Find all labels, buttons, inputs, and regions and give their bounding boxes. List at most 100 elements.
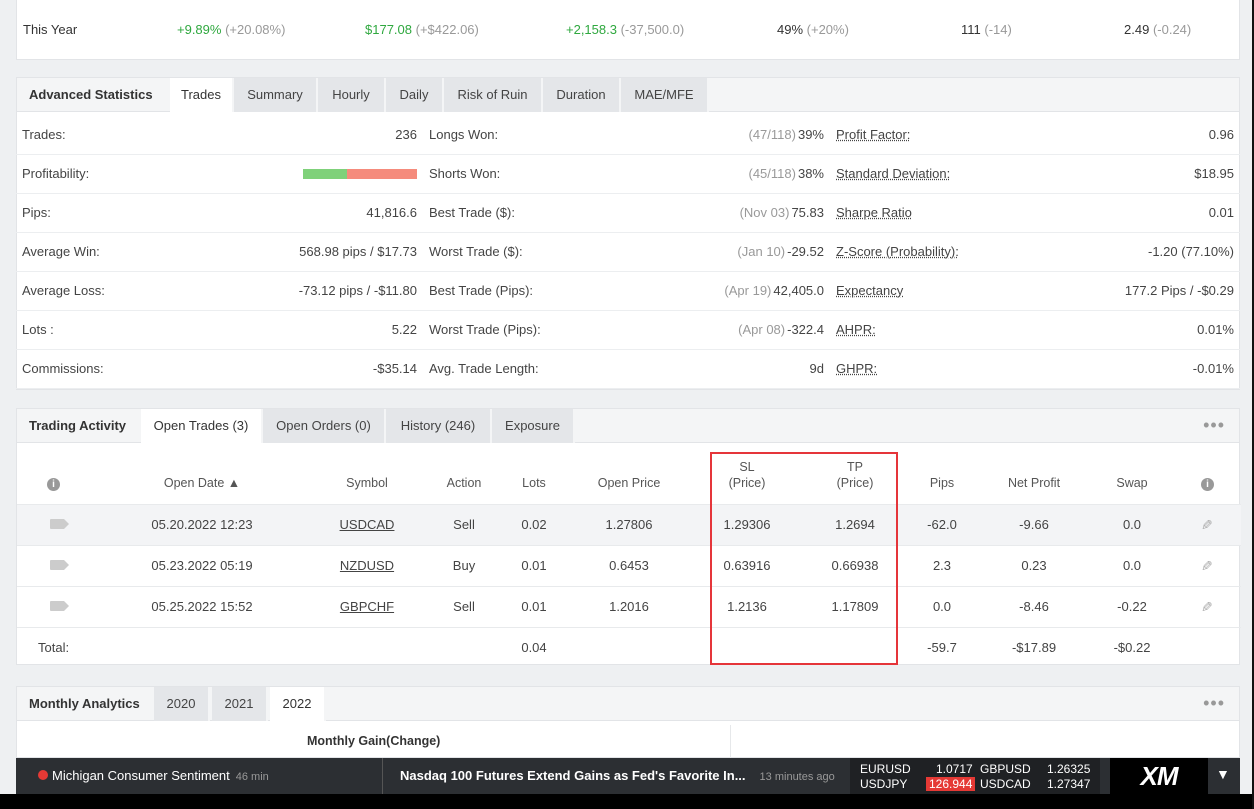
lots-change: (-0.24) <box>1152 22 1192 37</box>
news-headline[interactable]: Nasdaq 100 Futures Extend Gains as Fed's… <box>400 768 835 783</box>
tab-2020[interactable]: 2020 <box>154 687 210 721</box>
lots: 0.01 <box>521 558 547 573</box>
col-net-profit[interactable]: Net Profit <box>992 475 1076 491</box>
stat-label[interactable]: AHPR: <box>836 322 876 337</box>
stat-label: Worst Trade (Pips): <box>429 322 541 337</box>
stat-number: 75.83 <box>791 205 824 220</box>
stat-label[interactable]: Z-Score (Probability): <box>836 244 959 259</box>
more-options-icon[interactable]: ••• <box>1203 415 1225 436</box>
tab-history[interactable]: History (246) <box>386 409 492 443</box>
stat-label[interactable]: Expectancy <box>836 283 903 298</box>
stat-number: 39% <box>797 127 824 142</box>
table-row[interactable]: 05.23.2022 05:19 NZDUSD Buy 0.01 0.6453 0.639… <box>17 545 1241 586</box>
col-lots[interactable]: Lots <box>509 475 559 491</box>
economic-event[interactable]: Michigan Consumer Sentiment 46 min <box>52 768 269 783</box>
col-open-price[interactable]: Open Price <box>584 475 674 491</box>
quote-price: 1.0717 <box>936 762 973 776</box>
sl-tp-highlight-box <box>710 452 898 665</box>
tab-summary[interactable]: Summary <box>234 78 318 112</box>
tab-trades[interactable]: Trades <box>170 78 234 112</box>
col-swap[interactable]: Swap <box>1107 475 1157 491</box>
symbol-link[interactable]: GBPCHF <box>327 599 407 614</box>
total-net-profit: -$17.89 <box>1011 640 1057 655</box>
event-title: Michigan Consumer Sentiment <box>52 768 230 783</box>
tab-daily[interactable]: Daily <box>386 78 444 112</box>
stat-label: Trades: <box>22 127 66 142</box>
edit-icon[interactable]: ✎ <box>1197 517 1217 534</box>
yearly-stats-strip: This Year +9.89% (+20.08%) $177.08 (+$42… <box>16 0 1240 60</box>
stat-label[interactable]: Standard Deviation: <box>836 166 950 181</box>
gain-value: +9.89% <box>177 22 222 37</box>
net-profit: -8.46 <box>1019 599 1049 614</box>
action: Sell <box>453 599 475 614</box>
stat-label[interactable]: Sharpe Ratio <box>836 205 912 220</box>
stat-detail: (Jan 10) <box>737 244 786 259</box>
quote-price: 126.944 <box>926 777 976 791</box>
total-lots: 0.04 <box>521 640 547 655</box>
xm-logo[interactable]: XM <box>1110 758 1208 794</box>
tab-exposure[interactable]: Exposure <box>492 409 575 443</box>
panel-title: Advanced Statistics <box>29 87 153 102</box>
stat-row: Worst Trade ($): (Jan 10) -29.52 <box>423 233 830 272</box>
stat-row: Longs Won: (47/118) 39% <box>423 116 830 155</box>
tab-mae-mfe[interactable]: MAE/MFE <box>621 78 709 112</box>
info-icon[interactable]: i <box>47 475 60 491</box>
edit-icon[interactable]: ✎ <box>1197 558 1217 575</box>
won-cell: 49% (+20%) <box>777 22 849 37</box>
stat-number: -0.01% <box>1192 361 1234 376</box>
lots: 0.01 <box>521 599 547 614</box>
symbol-link[interactable]: USDCAD <box>327 517 407 532</box>
info-icon[interactable]: i <box>1201 475 1214 491</box>
stat-label[interactable]: Profit Factor: <box>836 127 910 142</box>
stat-value: -0.01% <box>1193 361 1234 376</box>
net-profit: 0.23 <box>1021 558 1047 573</box>
stat-row: AHPR: 0.01% <box>830 311 1240 350</box>
profitability-win-fill <box>303 169 348 179</box>
stat-value: 41,816.6 <box>366 205 417 220</box>
chevron-down-icon[interactable]: ▼ <box>1216 766 1230 782</box>
stat-label: Avg. Trade Length: <box>429 361 539 376</box>
divider <box>730 725 731 759</box>
bottom-edge <box>0 794 1254 809</box>
tab-duration[interactable]: Duration <box>543 78 621 112</box>
tab-risk-of-ruin[interactable]: Risk of Ruin <box>444 78 543 112</box>
open-date: 05.20.2022 12:23 <box>151 517 253 532</box>
table-row[interactable]: 05.25.2022 15:52 GBPCHF Sell 0.01 1.2016 1.21… <box>17 586 1241 627</box>
stat-value: 0.01 <box>1209 205 1234 220</box>
tag-icon[interactable] <box>47 558 69 573</box>
stat-row: Sharpe Ratio 0.01 <box>830 194 1240 233</box>
stat-number: 0.01 <box>1208 205 1234 220</box>
tag-icon[interactable] <box>47 599 69 614</box>
symbol-link[interactable]: NZDUSD <box>327 558 407 573</box>
stat-value: 5.22 <box>392 322 417 337</box>
tab-open-orders[interactable]: Open Orders (0) <box>263 409 386 443</box>
stat-detail: (45/118) <box>748 166 796 181</box>
trading-activity-panel: Trading Activity Open Trades (3) Open Or… <box>16 408 1241 665</box>
stat-number: 568.98 pips / $17.73 <box>299 244 417 259</box>
tab-2022[interactable]: 2022 <box>270 687 326 721</box>
panel-title: Trading Activity <box>29 418 127 433</box>
net-profit: -9.66 <box>1019 517 1049 532</box>
tag-icon[interactable] <box>47 517 69 532</box>
stat-label[interactable]: GHPR: <box>836 361 877 376</box>
tab-2021[interactable]: 2021 <box>212 687 268 721</box>
stat-value: 177.2 Pips / -$0.29 <box>1125 283 1234 298</box>
col-pips[interactable]: Pips <box>917 475 967 491</box>
stat-number: -322.4 <box>787 322 824 337</box>
table-row[interactable]: 05.20.2022 12:23 USDCAD Sell 0.02 1.27806 1.2… <box>17 504 1241 545</box>
col-action[interactable]: Action <box>434 475 494 491</box>
tab-open-trades[interactable]: Open Trades (3) <box>141 409 263 443</box>
more-options-icon[interactable]: ••• <box>1203 693 1225 714</box>
advanced-statistics-header: Advanced Statistics Trades Summary Hourl… <box>17 78 1239 112</box>
stat-number: 42,405.0 <box>773 283 824 298</box>
tab-hourly[interactable]: Hourly <box>318 78 386 112</box>
col-open-date[interactable]: Open Date ▲ <box>147 475 257 491</box>
lots: 0.02 <box>521 517 547 532</box>
stat-value: (Nov 03) 75.83 <box>740 205 824 220</box>
col-symbol[interactable]: Symbol <box>327 475 407 491</box>
edit-icon[interactable]: ✎ <box>1197 599 1217 616</box>
open-price: 1.2016 <box>609 599 649 614</box>
stat-label: Average Win: <box>22 244 100 259</box>
stat-detail: (Nov 03) <box>739 205 790 220</box>
stat-label: Commissions: <box>22 361 104 376</box>
